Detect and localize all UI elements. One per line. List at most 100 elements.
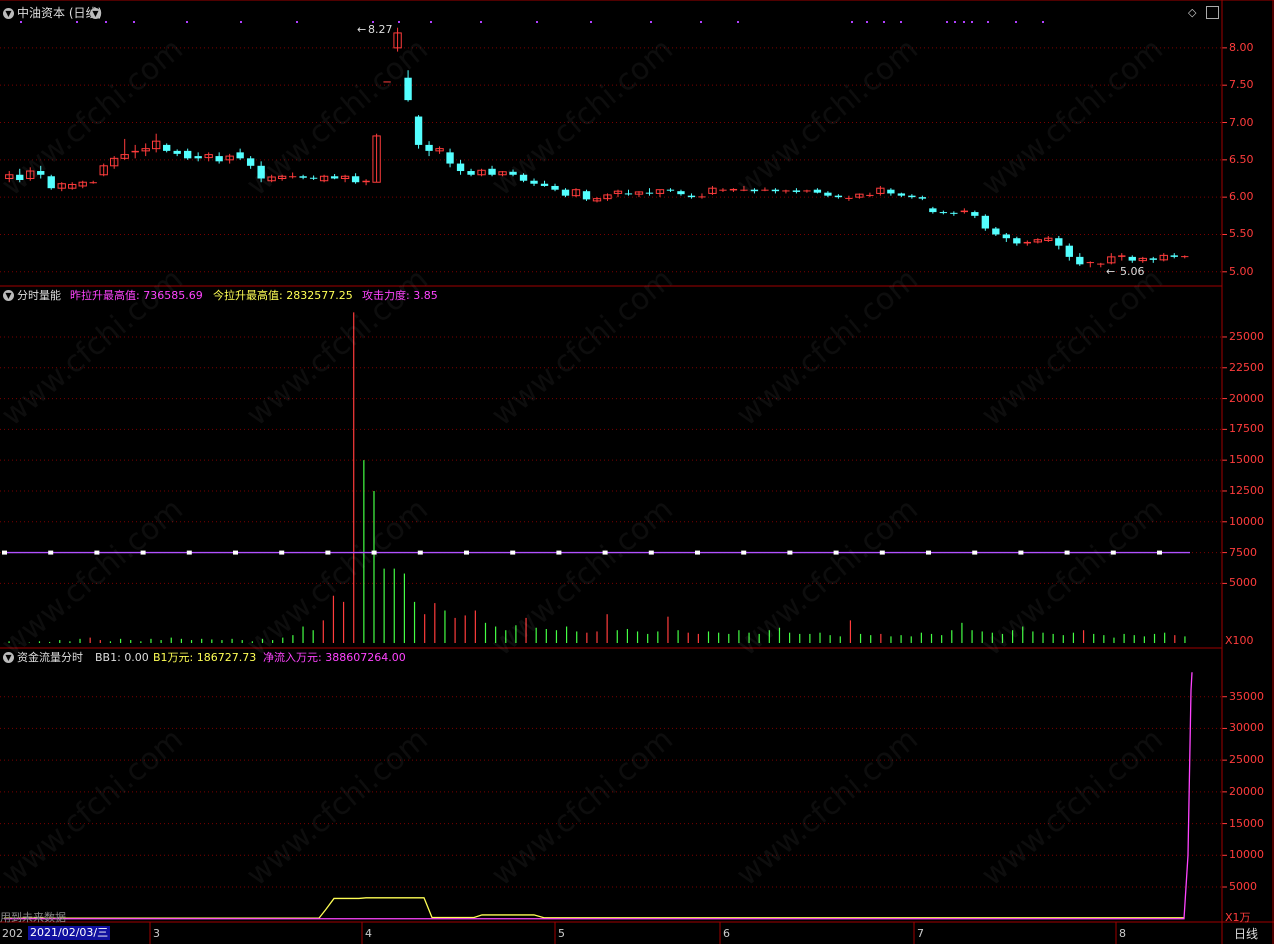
reference-marker bbox=[510, 550, 516, 555]
candle-body bbox=[813, 189, 822, 193]
x-axis-left-stub: 202 bbox=[2, 927, 23, 940]
maximize-icon[interactable] bbox=[1206, 6, 1219, 19]
signal-dot bbox=[700, 21, 702, 23]
y-tick-label: 8.00 bbox=[1229, 40, 1254, 54]
panel2-title: 分时量能 bbox=[17, 289, 61, 302]
y-tick-label: 25000 bbox=[1229, 329, 1264, 343]
candle-body bbox=[729, 188, 738, 191]
candle-body bbox=[782, 190, 790, 192]
reference-marker bbox=[48, 550, 54, 555]
candle-body bbox=[183, 150, 192, 159]
candle-body bbox=[299, 176, 307, 178]
reference-marker bbox=[648, 550, 654, 555]
net-inflow-value: 388607264.00 bbox=[325, 651, 406, 664]
candle-body bbox=[1076, 256, 1084, 265]
candle-body bbox=[309, 177, 318, 179]
candle-body bbox=[698, 196, 706, 198]
signal-dot bbox=[430, 21, 432, 23]
reference-marker bbox=[1018, 550, 1024, 555]
signal-dot bbox=[963, 21, 965, 23]
candle-body bbox=[824, 192, 832, 196]
candle-body bbox=[929, 208, 937, 213]
candle-body bbox=[624, 193, 633, 195]
y-tick-label: 7500 bbox=[1229, 545, 1257, 559]
y-tick-label: 30000 bbox=[1229, 721, 1264, 735]
diamond-icon[interactable]: ◇ bbox=[1188, 6, 1196, 19]
y-tick-label: 15000 bbox=[1229, 816, 1264, 830]
y-tick-label: 25000 bbox=[1229, 753, 1264, 767]
signal-dot bbox=[296, 21, 298, 23]
attack-strength-value: 3.85 bbox=[413, 289, 438, 302]
candle-body bbox=[834, 195, 843, 198]
period-label[interactable]: 日线 bbox=[1234, 927, 1258, 941]
candle-body bbox=[351, 176, 360, 183]
candle-body bbox=[89, 182, 97, 184]
signal-dot bbox=[536, 21, 538, 23]
signal-dot bbox=[866, 21, 868, 23]
reference-marker bbox=[695, 550, 700, 555]
attack-strength-caption: 攻击力度: bbox=[362, 289, 410, 302]
chevron-down-icon[interactable]: ▼ bbox=[3, 652, 14, 663]
future-data-note: 用到未来数据 bbox=[0, 911, 66, 924]
chevron-down-icon[interactable]: ▼ bbox=[3, 8, 14, 19]
y-tick-label: 5000 bbox=[1229, 576, 1257, 590]
candle-body bbox=[561, 189, 570, 196]
candle-body bbox=[1097, 263, 1105, 265]
stock-chart-window[interactable]: www.cfchi.com www.cfchi.com www.cfchi.com w… bbox=[0, 0, 1274, 944]
candle-body bbox=[971, 212, 979, 216]
y-tick-label: 35000 bbox=[1229, 689, 1264, 703]
y-tick-label: 15000 bbox=[1229, 453, 1264, 467]
chevron-down-icon[interactable]: ▼ bbox=[90, 8, 101, 19]
candle-body bbox=[981, 215, 990, 229]
candle-body bbox=[918, 197, 927, 199]
candle-body bbox=[1013, 238, 1021, 244]
month-label: 4 bbox=[365, 927, 372, 940]
reference-marker bbox=[1157, 550, 1162, 555]
candle-body bbox=[1170, 255, 1178, 257]
reference-marker bbox=[186, 550, 192, 555]
candle-body bbox=[1002, 234, 1011, 239]
reference-marker bbox=[417, 550, 423, 555]
signal-dot bbox=[240, 21, 242, 23]
month-label: 7 bbox=[917, 927, 924, 940]
today-peak-label: 今拉升最高值: 2832577.25 bbox=[213, 289, 353, 303]
chevron-down-icon[interactable]: ▼ bbox=[3, 290, 14, 301]
bb1-caption: BB1: bbox=[95, 651, 121, 664]
month-label: 8 bbox=[1119, 927, 1126, 940]
prev-peak-caption: 昨拉升最高值: bbox=[70, 289, 140, 302]
candle-body bbox=[1055, 238, 1063, 246]
signal-dot bbox=[737, 21, 739, 23]
net-inflow-caption: 净流入万元: bbox=[263, 651, 322, 664]
y-tick-label: 5.50 bbox=[1229, 227, 1254, 241]
candle-body bbox=[330, 176, 339, 179]
month-label: 3 bbox=[153, 927, 160, 940]
candle-body bbox=[1086, 262, 1094, 264]
today-peak-caption: 今拉升最高值: bbox=[213, 289, 283, 302]
signal-dot bbox=[105, 21, 107, 23]
signal-dot bbox=[590, 21, 592, 23]
b1-label: B1万元: 186727.73 bbox=[153, 651, 256, 665]
reference-marker bbox=[233, 550, 238, 555]
candle-body bbox=[1023, 241, 1031, 244]
candle-body bbox=[1181, 256, 1189, 258]
candle-body bbox=[1149, 258, 1157, 260]
candle-body bbox=[771, 189, 780, 192]
panel3-title: 资金流量分时 bbox=[17, 651, 83, 664]
signal-dot bbox=[186, 21, 188, 23]
month-label: 5 bbox=[558, 927, 565, 940]
signal-dot bbox=[971, 21, 973, 23]
candle-body bbox=[582, 191, 591, 200]
candle-body bbox=[687, 195, 696, 198]
signal-dot bbox=[900, 21, 902, 23]
reference-marker bbox=[926, 550, 931, 555]
candle-body bbox=[897, 193, 906, 196]
signal-dot bbox=[76, 21, 78, 23]
candle-body bbox=[425, 144, 433, 151]
volume-bars bbox=[2, 312, 1190, 644]
today-peak-value: 2832577.25 bbox=[286, 289, 353, 302]
bb1-label: BB1: 0.00 bbox=[95, 651, 149, 665]
candle-body bbox=[992, 228, 1000, 235]
candle-body bbox=[1065, 245, 1073, 257]
y-tick-label: 20000 bbox=[1229, 391, 1264, 405]
cursor-date[interactable]: 2021/02/03/三 bbox=[28, 926, 111, 940]
